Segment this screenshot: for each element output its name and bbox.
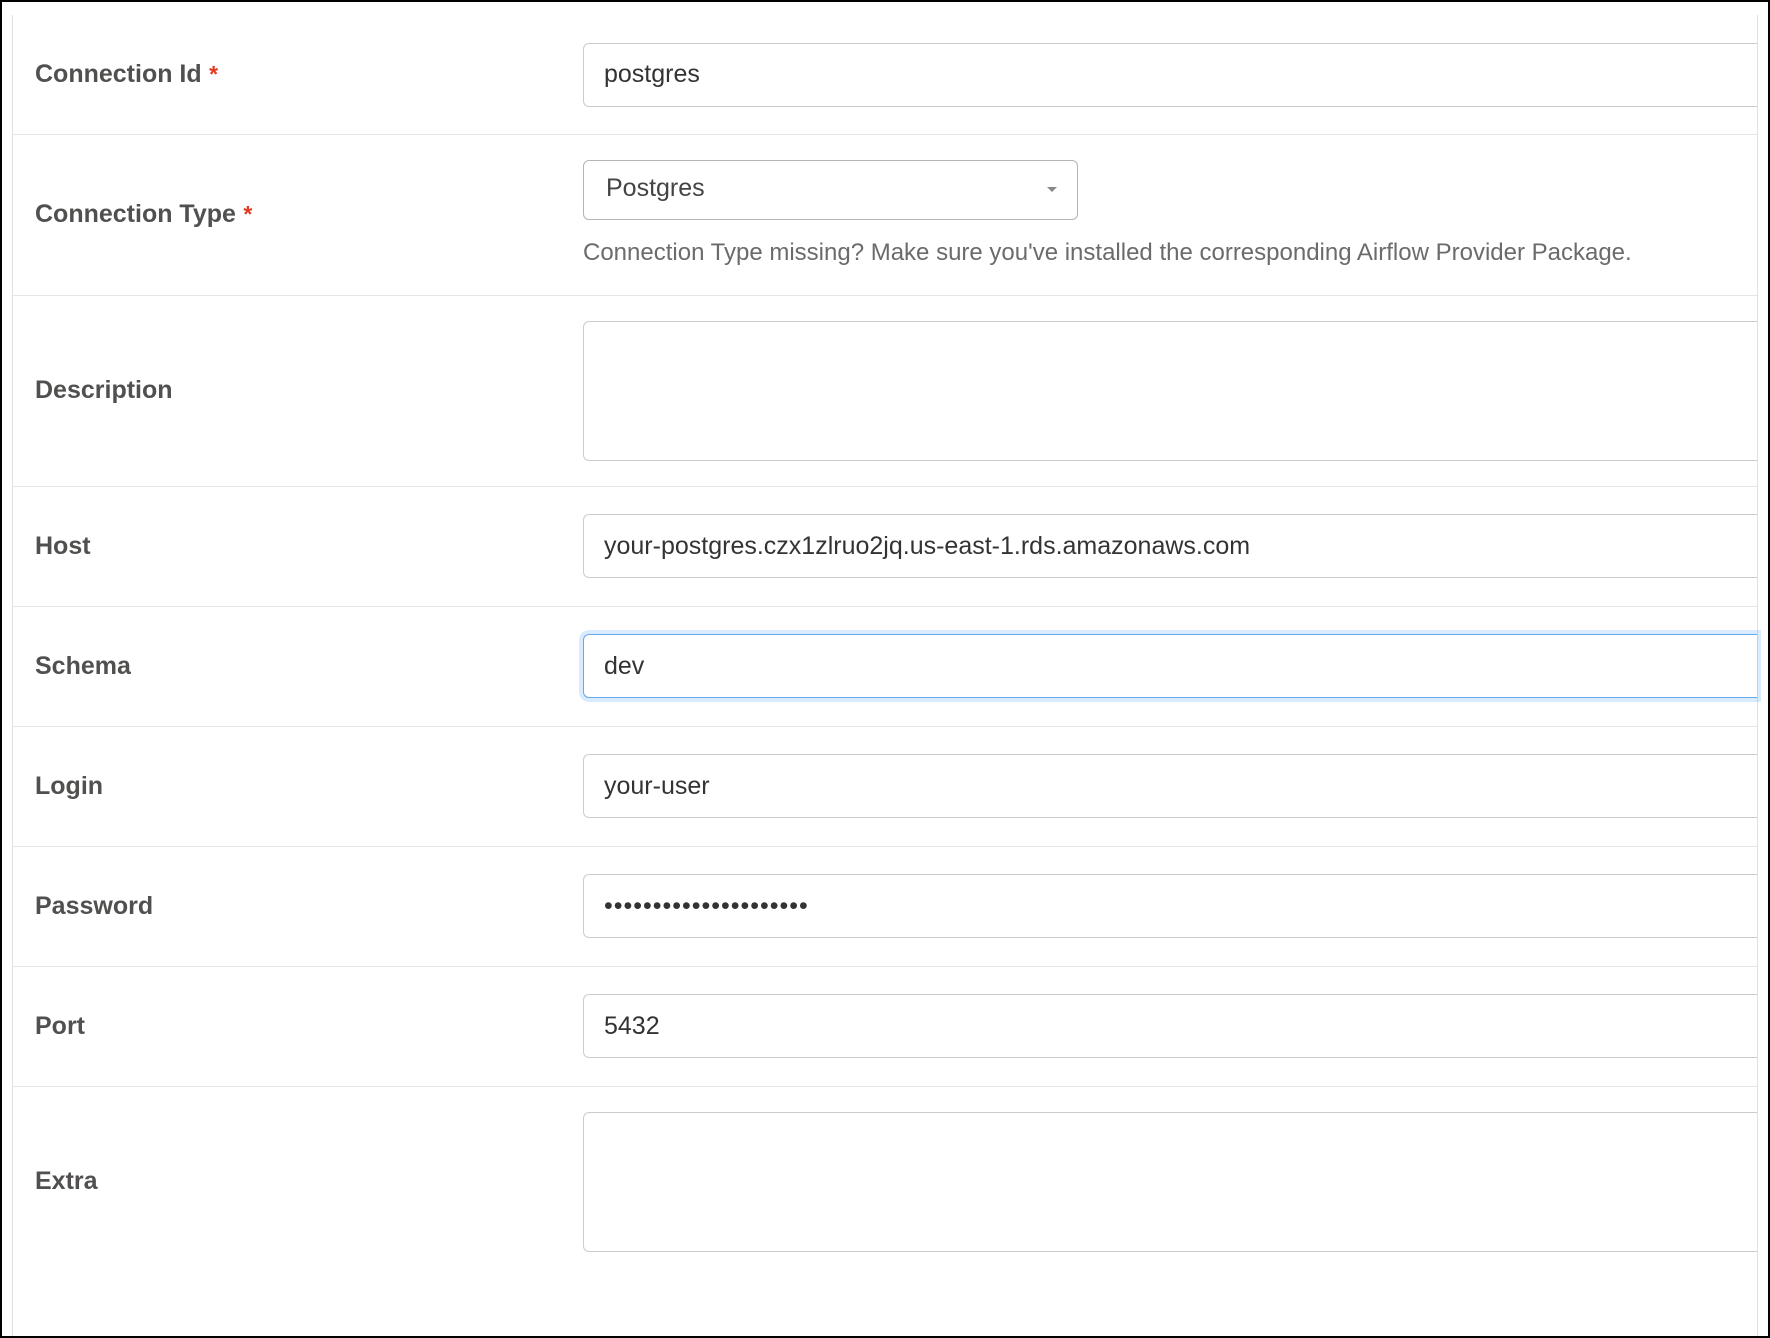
password-label: Password	[35, 892, 153, 920]
row-extra: Extra	[13, 1087, 1757, 1277]
connection-id-input[interactable]	[583, 43, 1757, 107]
required-asterisk: *	[243, 201, 252, 227]
input-col	[583, 634, 1757, 698]
label-col: Login	[13, 772, 583, 801]
password-input[interactable]	[583, 874, 1757, 938]
row-host: Host	[13, 487, 1757, 607]
input-col	[583, 514, 1757, 578]
connection-type-help: Connection Type missing? Make sure you'v…	[583, 236, 1757, 270]
label-col: Password	[13, 892, 583, 921]
row-login: Login	[13, 727, 1757, 847]
select-wrapper: Postgres	[583, 160, 1078, 220]
label-col: Port	[13, 1012, 583, 1041]
form-inner: Connection Id * Connection Type * Postgr…	[12, 15, 1758, 1338]
label-col: Schema	[13, 652, 583, 681]
label-col: Description	[13, 376, 583, 405]
port-label: Port	[35, 1012, 85, 1040]
input-col	[583, 321, 1757, 461]
schema-input[interactable]	[583, 634, 1757, 698]
description-label: Description	[35, 376, 173, 404]
label-col: Connection Type *	[13, 200, 583, 229]
input-col	[583, 874, 1757, 938]
login-label: Login	[35, 772, 103, 800]
input-col	[583, 994, 1757, 1058]
label-col: Host	[13, 532, 583, 561]
input-col	[583, 754, 1757, 818]
required-asterisk: *	[209, 61, 218, 87]
schema-label: Schema	[35, 652, 131, 680]
input-col: Postgres Connection Type missing? Make s…	[583, 160, 1757, 270]
label-col: Extra	[13, 1167, 583, 1196]
host-input[interactable]	[583, 514, 1757, 578]
description-input[interactable]	[583, 321, 1757, 461]
connection-id-label: Connection Id	[35, 60, 202, 88]
connection-form: Connection Id * Connection Type * Postgr…	[0, 0, 1770, 1338]
row-connection-id: Connection Id *	[13, 15, 1757, 135]
login-input[interactable]	[583, 754, 1757, 818]
row-description: Description	[13, 296, 1757, 487]
row-password: Password	[13, 847, 1757, 967]
port-input[interactable]	[583, 994, 1757, 1058]
row-port: Port	[13, 967, 1757, 1087]
label-col: Connection Id *	[13, 60, 583, 89]
host-label: Host	[35, 532, 91, 560]
input-col	[583, 1112, 1757, 1252]
row-schema: Schema	[13, 607, 1757, 727]
row-connection-type: Connection Type * Postgres Connection Ty…	[13, 135, 1757, 296]
connection-type-select[interactable]: Postgres	[583, 160, 1078, 220]
extra-label: Extra	[35, 1167, 98, 1195]
extra-input[interactable]	[583, 1112, 1757, 1252]
input-col	[583, 43, 1757, 107]
connection-type-label: Connection Type	[35, 200, 236, 228]
